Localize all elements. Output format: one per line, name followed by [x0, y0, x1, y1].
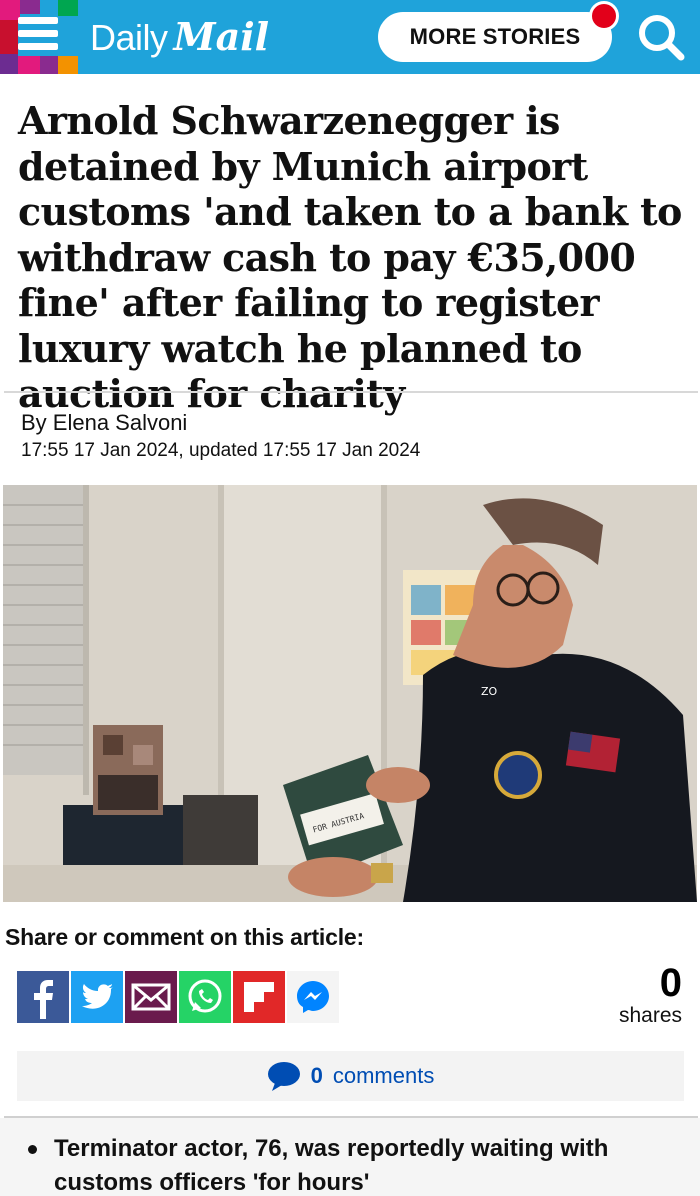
search-icon[interactable]	[634, 10, 688, 64]
menu-button[interactable]	[0, 0, 78, 74]
logo-mail-text: Mail	[173, 14, 270, 59]
more-stories-button[interactable]: MORE STORIES	[378, 12, 612, 62]
share-count-number: 0	[659, 961, 682, 1005]
bullet-dot-icon	[28, 1145, 37, 1154]
photo-jacket-text: ZO	[481, 685, 498, 698]
byline[interactable]: By Elena Salvoni	[21, 410, 187, 436]
email-icon	[131, 983, 171, 1011]
article-photo[interactable]: FOR AUSTRIA ZO	[3, 485, 697, 902]
comments-count: 0	[310, 1063, 323, 1088]
messenger-icon	[297, 981, 329, 1013]
divider	[4, 391, 698, 393]
article-headline: Arnold Schwarzenegger is detained by Mun…	[18, 98, 682, 416]
site-logo[interactable]: Daily Mail	[90, 12, 269, 62]
twitter-icon	[82, 984, 114, 1009]
comment-bubble-icon	[267, 1062, 300, 1091]
article-summary: Terminator actor, 76, was reportedly wai…	[0, 1118, 700, 1196]
share-heading: Share or comment on this article:	[5, 924, 364, 950]
email-share-button[interactable]	[125, 971, 177, 1023]
site-header: Daily Mail MORE STORIES	[0, 0, 700, 74]
facebook-icon	[34, 980, 53, 1019]
summary-bullet: Terminator actor, 76, was reportedly wai…	[28, 1132, 678, 1196]
comments-label: comments	[332, 1063, 435, 1088]
share-count-label: shares	[618, 1004, 682, 1027]
twitter-share-button[interactable]	[71, 971, 123, 1023]
dateline: 17:55 17 Jan 2024, updated 17:55 17 Jan …	[21, 440, 421, 461]
facebook-share-button[interactable]	[17, 971, 69, 1023]
flipboard-share-button[interactable]	[233, 971, 285, 1023]
whatsapp-icon	[188, 979, 222, 1013]
hamburger-icon	[18, 17, 58, 57]
logo-daily-text: Daily	[90, 17, 168, 58]
summary-bullet-text: Terminator actor, 76, was reportedly wai…	[54, 1135, 609, 1196]
comments-link[interactable]: 0 comments	[17, 1051, 684, 1101]
whatsapp-share-button[interactable]	[179, 971, 231, 1023]
flipboard-icon	[244, 982, 274, 1012]
messenger-share-button[interactable]	[287, 971, 339, 1023]
share-count: 0 shares	[619, 961, 682, 1027]
notification-dot	[589, 1, 619, 31]
share-buttons	[17, 971, 341, 1023]
